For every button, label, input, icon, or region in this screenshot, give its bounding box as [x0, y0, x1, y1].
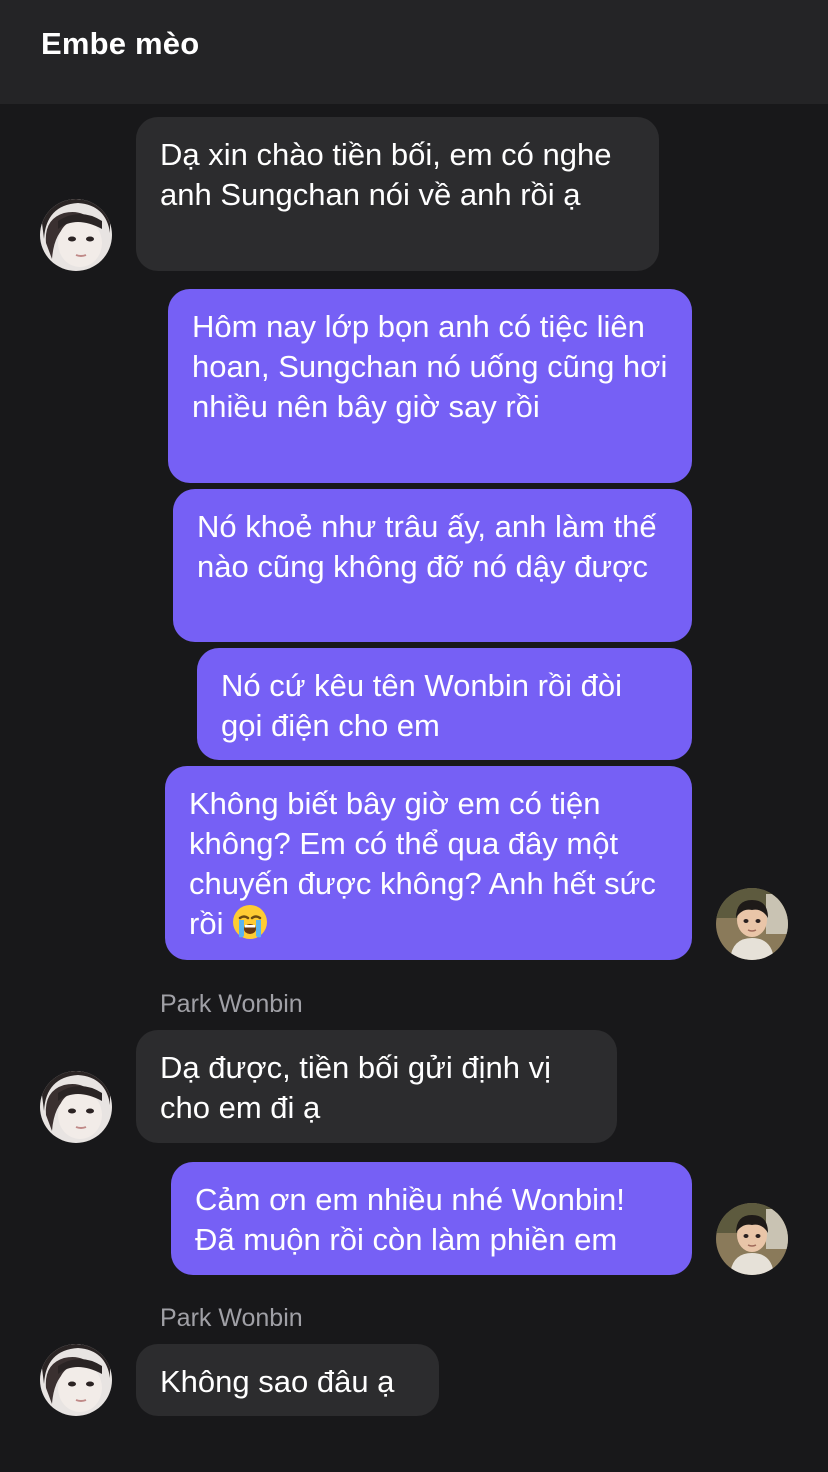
message-bubble-outgoing[interactable]: Nó khoẻ như trâu ấy, anh làm thế nào cũn… — [173, 489, 692, 642]
chat-title[interactable]: Embe mèo — [41, 26, 199, 62]
message-bubble-outgoing[interactable]: Cảm ơn em nhiều nhé Wonbin! Đã muộn rồi … — [171, 1162, 692, 1275]
loudly-crying-face-icon — [232, 904, 268, 940]
sender-name: Park Wonbin — [160, 990, 303, 1018]
contact-avatar[interactable] — [40, 1344, 112, 1416]
message-text: Dạ được, tiền bối gửi định vị cho em đi … — [160, 1050, 551, 1125]
message-text: Không sao đâu ạ — [160, 1364, 395, 1399]
message-text: Cảm ơn em nhiều nhé Wonbin! Đã muộn rồi … — [195, 1182, 625, 1257]
contact-avatar[interactable] — [40, 1071, 112, 1143]
message-bubble-incoming[interactable]: Không sao đâu ạ — [136, 1344, 439, 1416]
message-bubble-incoming[interactable]: Dạ xin chào tiền bối, em có nghe anh Sun… — [136, 117, 659, 271]
message-text: Nó khoẻ như trâu ấy, anh làm thế nào cũn… — [197, 509, 657, 584]
message-bubble-outgoing[interactable]: Hôm nay lớp bọn anh có tiệc liên hoan, S… — [168, 289, 692, 483]
message-text: Hôm nay lớp bọn anh có tiệc liên hoan, S… — [192, 309, 668, 424]
message-text: Dạ xin chào tiền bối, em có nghe anh Sun… — [160, 137, 612, 212]
chat-header: Embe mèo — [0, 0, 828, 104]
contact-avatar[interactable] — [40, 199, 112, 271]
my-avatar[interactable] — [716, 888, 788, 960]
my-avatar[interactable] — [716, 1203, 788, 1275]
message-bubble-incoming[interactable]: Dạ được, tiền bối gửi định vị cho em đi … — [136, 1030, 617, 1143]
sender-name: Park Wonbin — [160, 1304, 303, 1332]
message-text: Nó cứ kêu tên Wonbin rồi đòi gọi điện ch… — [221, 668, 623, 743]
message-bubble-outgoing[interactable]: Nó cứ kêu tên Wonbin rồi đòi gọi điện ch… — [197, 648, 692, 760]
message-bubble-outgoing[interactable]: Không biết bây giờ em có tiện không? Em … — [165, 766, 692, 960]
